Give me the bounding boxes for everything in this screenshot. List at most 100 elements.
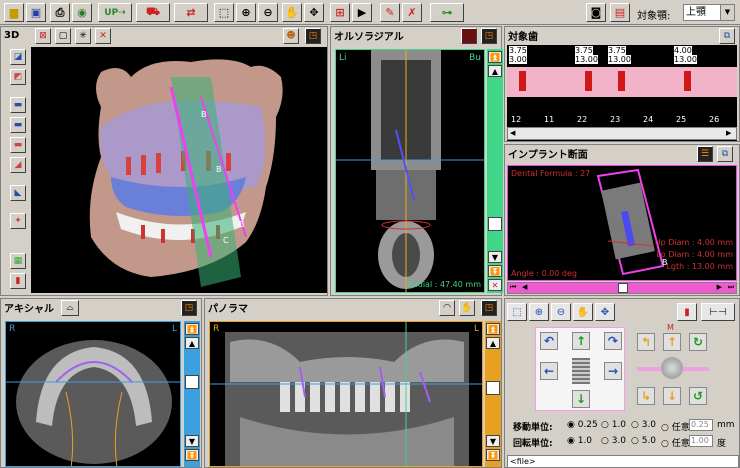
layer-4-icon[interactable]: ◢ [10, 157, 26, 173]
tooth-column[interactable]: 11 [540, 45, 572, 127]
viewport-pano[interactable]: R L [209, 321, 483, 467]
measure-icon[interactable]: ⊢⊣ [701, 303, 735, 321]
tooth-column[interactable]: 3.75 13.00 23 [606, 45, 638, 127]
layers-icon[interactable]: ☰ [697, 146, 713, 162]
move-custom-input[interactable]: 0.25 [689, 419, 713, 431]
rotate-custom-input[interactable]: 1.00 [689, 435, 713, 447]
rotate-cw-icon[interactable]: ↻ [689, 333, 707, 351]
first-icon[interactable]: ⏮ [510, 283, 516, 292]
close-icon[interactable]: ✕ [488, 279, 502, 291]
save-icon[interactable]: ▣ [26, 3, 46, 22]
curve-icon[interactable]: ◠ [439, 300, 455, 316]
zoom-out-icon[interactable]: ⊖ [258, 3, 278, 22]
rotate-x-minus-icon[interactable]: ↰ [637, 333, 655, 351]
scroll-bottom-icon[interactable]: ⏬ [185, 449, 199, 461]
pano-scroll-thumb[interactable] [486, 381, 500, 395]
rotate-x-plus-icon[interactable]: ↳ [637, 387, 655, 405]
transfer-icon[interactable]: ⇄ [174, 3, 208, 22]
move-option-1[interactable]: ○ 1.0 [601, 420, 626, 430]
print-icon[interactable]: ⎙ [50, 3, 70, 22]
scroll-down-icon[interactable]: ▼ [488, 251, 502, 263]
tooth-icon[interactable]: ⌓ [61, 300, 79, 316]
view-front-icon[interactable]: ◪ [10, 49, 26, 65]
rotate-option-3[interactable]: ○ 任意 [661, 436, 690, 449]
rotate-up-icon[interactable]: ↑ [663, 333, 681, 351]
scroll-top-icon[interactable]: ⏫ [488, 51, 502, 63]
brush-icon[interactable]: ✦ [10, 213, 26, 229]
scroll-right-icon[interactable]: ▶ [726, 129, 734, 138]
window-icon[interactable]: ◳ [481, 28, 497, 44]
move-left-icon[interactable]: ← [540, 362, 558, 380]
move-down-icon[interactable]: ↓ [572, 390, 590, 408]
move-upleft-icon[interactable]: ↶ [540, 332, 558, 350]
move-option-3[interactable]: ○ 任意 [661, 420, 690, 433]
arrow-icon[interactable]: ▶ [352, 3, 372, 22]
hand-icon[interactable]: ✋ [459, 300, 475, 316]
hand-icon[interactable]: ✋ [282, 3, 302, 22]
hand-icon[interactable]: ✋ [573, 303, 593, 321]
rotate-down-icon[interactable]: ↓ [663, 387, 681, 405]
layer-1-icon[interactable]: ▬ [10, 97, 26, 113]
zoom-out-icon[interactable]: ⊖ [551, 303, 571, 321]
viewport-ortho[interactable]: Li Bu Radial : 47.40 mm [335, 49, 485, 293]
move-icon[interactable]: ✥ [595, 303, 615, 321]
scroll-left-icon[interactable]: ◀ [510, 129, 518, 138]
edit-icon[interactable]: ✎ [380, 3, 400, 22]
tooth-column[interactable]: 3.75 13.00 22 [573, 45, 605, 127]
move-right-icon[interactable]: → [604, 362, 622, 380]
rotate-option-0[interactable]: ◉ 1.0 [567, 436, 592, 446]
info-icon[interactable]: ▮ [10, 273, 26, 289]
implant-slider-thumb[interactable] [618, 283, 628, 293]
window-icon[interactable]: ◳ [305, 28, 321, 44]
rotate-option-1[interactable]: ○ 3.0 [601, 436, 626, 446]
tooth-column[interactable]: 26 [705, 45, 737, 127]
rotate-knob-icon[interactable] [661, 357, 683, 379]
scroll-bottom-icon[interactable]: ⏬ [488, 265, 502, 277]
palette-icon[interactable]: ▦ [10, 253, 26, 269]
scroll-top-icon[interactable]: ⏫ [185, 323, 199, 335]
globe-icon[interactable]: ◉ [72, 3, 92, 22]
camera-icon[interactable]: ◙ [586, 3, 606, 22]
window-icon[interactable]: ◳ [481, 300, 497, 316]
zoom-in-icon[interactable]: ⊕ [529, 303, 549, 321]
scroll-top-icon[interactable]: ⏫ [486, 323, 500, 335]
select-region-icon[interactable]: ⬚ [507, 303, 527, 321]
cross-icon[interactable]: ✕ [95, 28, 111, 44]
view-side-icon[interactable]: ◩ [10, 69, 26, 85]
scroll-bottom-icon[interactable]: ⏬ [486, 449, 500, 461]
tooth-type-select[interactable]: 上顎 ▼ [683, 4, 735, 21]
window-icon[interactable]: ⧉ [717, 146, 733, 162]
tooth-column[interactable]: 3.75 3.00 12 [507, 45, 539, 127]
prev-icon[interactable]: ◀ [522, 283, 527, 291]
viewport-implant[interactable]: Dental Formula : 27 Up Diam : 4.00 mm Lo… [507, 165, 737, 281]
axial-scrollbar[interactable]: ⏫ ▲ ▼ ⏬ [184, 321, 200, 467]
zoom-region-icon[interactable]: ⬚ [214, 3, 234, 22]
folder-icon[interactable]: ▆ [4, 3, 24, 22]
measure-icon[interactable]: ⊞ [330, 3, 350, 22]
axial-scroll-thumb[interactable] [185, 375, 199, 389]
face-icon[interactable]: ☻ [283, 28, 299, 44]
move-upright-icon[interactable]: ↷ [604, 332, 622, 350]
scroll-up-icon[interactable]: ▲ [488, 65, 502, 77]
scroll-up-icon[interactable]: ▲ [185, 337, 199, 349]
viewport-3d[interactable]: B B B C [31, 47, 327, 293]
reset-icon[interactable]: ⊠ [35, 28, 51, 44]
viewport-axial[interactable]: R L [5, 321, 181, 467]
scroll-up-icon[interactable]: ▲ [486, 337, 500, 349]
teeth-scrollbar[interactable]: ◀ ▶ [507, 127, 737, 140]
window-icon[interactable]: ◳ [181, 300, 197, 316]
move-option-2[interactable]: ○ 3.0 [631, 420, 656, 430]
trash-icon[interactable]: ▮ [677, 303, 697, 321]
ortho-scroll-thumb[interactable] [488, 217, 502, 231]
layer-5-icon[interactable]: ◣ [10, 185, 26, 201]
rotate-ccw-icon[interactable]: ↺ [689, 387, 707, 405]
scroll-down-icon[interactable]: ▼ [185, 435, 199, 447]
star-icon[interactable]: ✳ [75, 28, 91, 44]
implant-icon[interactable]: ⊶ [430, 3, 464, 22]
stop-icon[interactable] [461, 28, 477, 44]
chevron-down-icon[interactable]: ▼ [720, 5, 734, 20]
rotate-option-2[interactable]: ○ 5.0 [631, 436, 656, 446]
move-icon[interactable]: ✥ [304, 3, 324, 22]
truck-icon[interactable]: ⛟ [136, 3, 170, 22]
scroll-down-icon[interactable]: ▼ [486, 435, 500, 447]
